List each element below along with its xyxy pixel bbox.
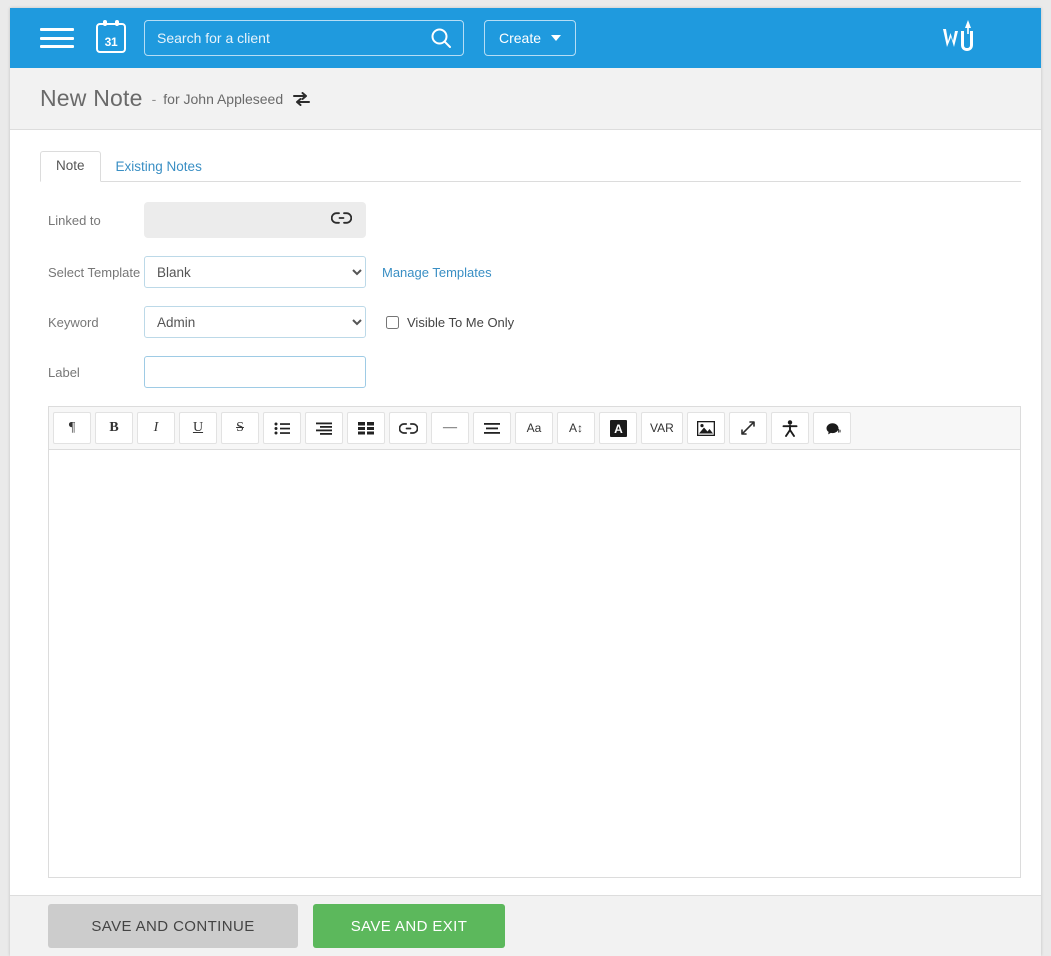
accessibility-icon[interactable] — [771, 412, 809, 444]
underline-glyph: U — [193, 420, 203, 436]
select-template-dropdown[interactable]: Blank — [144, 256, 366, 288]
paragraph-glyph: ¶ — [69, 420, 75, 436]
table-icon[interactable] — [347, 412, 385, 444]
linked-to-field[interactable] — [144, 202, 366, 238]
bold-icon[interactable]: B — [95, 412, 133, 444]
page-subheader: New Note - for John Appleseed — [10, 68, 1041, 130]
editor-toolbar: ¶ B I U S — [49, 407, 1020, 450]
manage-templates-link[interactable]: Manage Templates — [382, 265, 492, 280]
row-label: Label — [10, 356, 1041, 388]
brand-logo[interactable] — [937, 18, 983, 58]
link-icon[interactable] — [331, 211, 352, 230]
page-title: New Note — [40, 85, 143, 112]
tab-note[interactable]: Note — [40, 151, 101, 182]
text-color-icon[interactable]: A — [599, 412, 637, 444]
tab-bar: Note Existing Notes — [40, 152, 1021, 182]
hamburger-menu-icon[interactable] — [40, 25, 74, 51]
insert-link-icon[interactable] — [389, 412, 427, 444]
italic-icon[interactable]: I — [137, 412, 175, 444]
font-size-icon[interactable]: A↕ — [557, 412, 595, 444]
search-box[interactable] — [144, 20, 464, 56]
svg-text:A: A — [614, 422, 623, 436]
rich-text-editor: ¶ B I U S — [48, 406, 1021, 878]
bold-glyph: B — [109, 420, 118, 436]
note-label-input[interactable] — [144, 356, 366, 388]
row-keyword: Keyword Admin Visible To Me Only — [10, 306, 1041, 338]
horizontal-rule-icon[interactable]: — — [431, 412, 469, 444]
create-button-label: Create — [499, 30, 541, 46]
page-card: 31 Create — [10, 8, 1041, 956]
save-and-exit-button[interactable]: SAVE AND EXIT — [313, 904, 505, 948]
keyword-dropdown[interactable]: Admin — [144, 306, 366, 338]
create-button[interactable]: Create — [484, 20, 576, 56]
bullet-list-icon[interactable] — [263, 412, 301, 444]
font-size-glyph: A↕ — [569, 421, 583, 435]
underline-icon[interactable]: U — [179, 412, 217, 444]
search-icon[interactable] — [419, 21, 463, 55]
calendar-day-number: 31 — [105, 36, 118, 51]
chevron-down-icon — [551, 35, 561, 41]
visible-to-me-only-checkbox[interactable] — [386, 316, 399, 329]
form-footer: SAVE AND CONTINUE SAVE AND EXIT — [10, 895, 1041, 956]
search-input[interactable] — [145, 30, 419, 46]
row-linked-to: Linked to — [10, 202, 1041, 238]
tab-existing-notes[interactable]: Existing Notes — [101, 153, 217, 182]
visible-to-me-only-label: Visible To Me Only — [407, 315, 514, 330]
strikethrough-glyph: S — [236, 420, 244, 436]
font-family-glyph: Aa — [527, 421, 542, 435]
insert-image-icon[interactable] — [687, 412, 725, 444]
save-and-continue-button[interactable]: SAVE AND CONTINUE — [48, 904, 298, 948]
visible-to-me-only-checkbox-wrap[interactable]: Visible To Me Only — [386, 315, 514, 330]
page-subtitle: for John Appleseed — [163, 91, 283, 107]
variable-icon[interactable]: VAR — [641, 412, 683, 444]
keyword-label: Keyword — [48, 315, 144, 330]
row-select-template: Select Template Blank Manage Templates — [10, 256, 1041, 288]
note-form: Linked to Select Template — [10, 182, 1041, 388]
hr-glyph: — — [443, 420, 457, 436]
align-text-icon[interactable] — [473, 412, 511, 444]
align-indent-icon[interactable] — [305, 412, 343, 444]
title-separator: - — [152, 91, 157, 107]
note-label-label: Label — [48, 365, 144, 380]
top-navigation-bar: 31 Create — [10, 8, 1041, 68]
font-family-icon[interactable]: Aa — [515, 412, 553, 444]
calendar-icon[interactable]: 31 — [96, 23, 126, 53]
variable-glyph: VAR — [650, 421, 674, 435]
swap-arrows-icon[interactable] — [293, 92, 310, 106]
linked-to-label: Linked to — [48, 213, 144, 228]
fullscreen-icon[interactable] — [729, 412, 767, 444]
dictation-icon[interactable] — [813, 412, 851, 444]
editor-content-area[interactable] — [49, 450, 1020, 877]
strikethrough-icon[interactable]: S — [221, 412, 259, 444]
app-root: 31 Create — [0, 0, 1051, 956]
main-content: Note Existing Notes Linked to — [10, 130, 1041, 878]
select-template-label: Select Template — [48, 265, 144, 280]
paragraph-format-icon[interactable]: ¶ — [53, 412, 91, 444]
italic-glyph: I — [154, 420, 159, 436]
